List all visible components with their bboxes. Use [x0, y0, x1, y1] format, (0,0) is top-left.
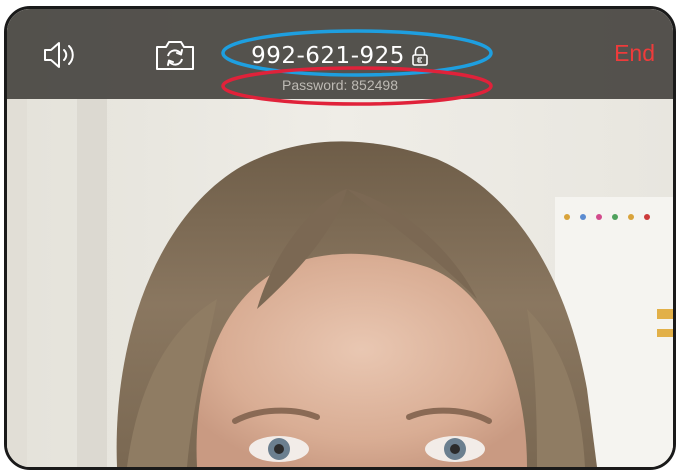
call-top-bar: 992-621-925 Password: 852498 End	[7, 9, 673, 99]
end-call-button[interactable]: End	[614, 37, 655, 69]
meeting-id: 992-621-925	[251, 42, 405, 69]
meeting-id-display: 992-621-925	[7, 39, 673, 72]
lock-icon	[412, 45, 428, 66]
meeting-password: Password: 852498	[282, 77, 398, 93]
video-call-screen: 992-621-925 Password: 852498 End	[4, 6, 676, 470]
